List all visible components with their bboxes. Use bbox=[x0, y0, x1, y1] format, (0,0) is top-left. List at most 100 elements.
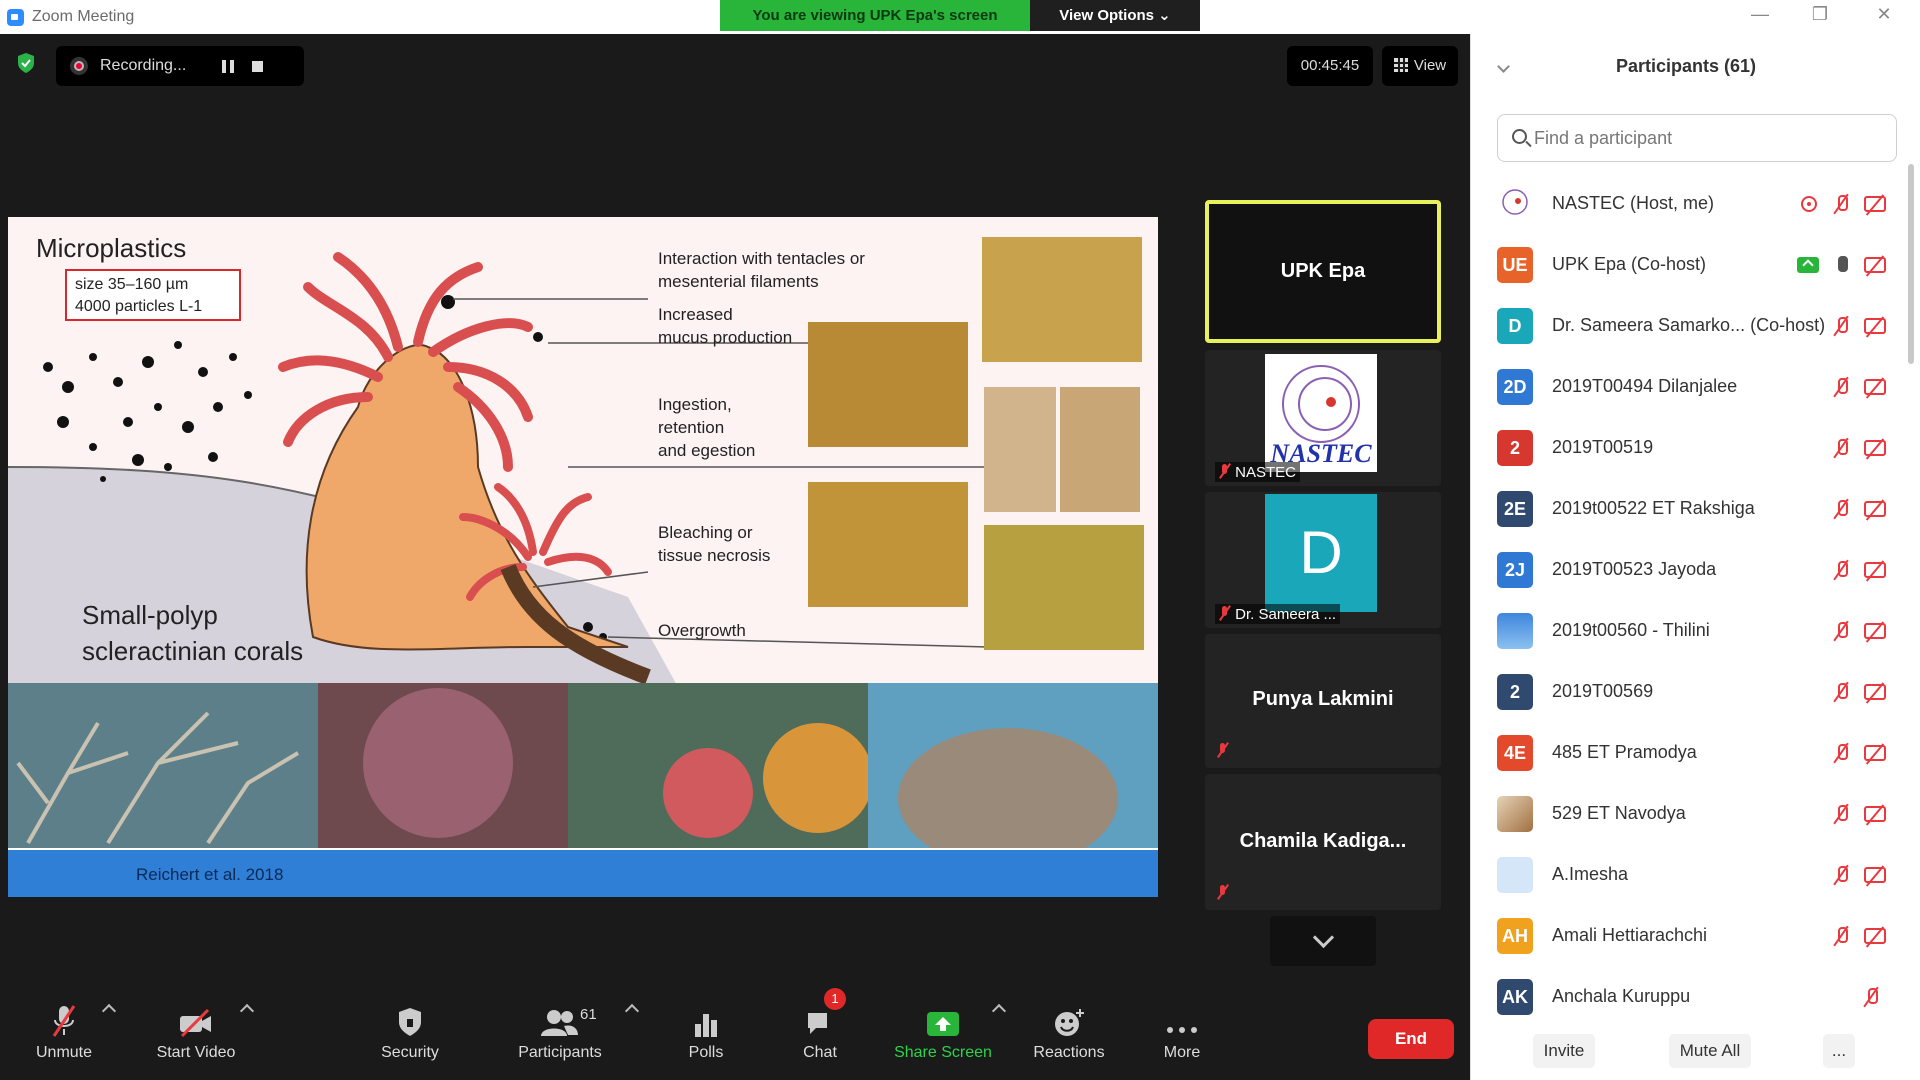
reactions-button[interactable]: Reactions bbox=[1026, 990, 1112, 1080]
security-button[interactable]: Security bbox=[370, 990, 450, 1080]
tile-name: Dr. Sameera ... bbox=[1235, 606, 1337, 623]
muted-mic-icon[interactable] bbox=[1834, 377, 1848, 397]
participant-row[interactable]: 2019t00560 - Thilini bbox=[1471, 601, 1901, 662]
more-button[interactable]: More bbox=[1152, 990, 1212, 1080]
video-off-icon[interactable] bbox=[1864, 745, 1886, 761]
participant-row[interactable]: 2J 2019T00523 Jayoda bbox=[1471, 540, 1901, 601]
participant-row[interactable]: 4E 485 ET Pramodya bbox=[1471, 723, 1901, 784]
participant-row[interactable]: 529 ET Navodya bbox=[1471, 784, 1901, 845]
effect-text: and egestion bbox=[658, 441, 756, 460]
participant-name: Dr. Sameera Samarko... (Co-host) bbox=[1552, 315, 1826, 335]
video-off-icon[interactable] bbox=[1864, 501, 1886, 517]
video-off-icon[interactable] bbox=[1864, 623, 1886, 639]
video-off-icon bbox=[180, 1008, 211, 1038]
participants-icon bbox=[541, 1010, 578, 1036]
start-video-button[interactable]: Start Video bbox=[144, 990, 248, 1080]
mute-all-button[interactable]: Mute All bbox=[1669, 1034, 1751, 1068]
video-tile[interactable]: D Dr. Sameera ... bbox=[1205, 492, 1441, 628]
muted-mic-icon[interactable] bbox=[1834, 865, 1848, 885]
muted-mic-icon[interactable] bbox=[1834, 560, 1848, 580]
muted-mic-icon[interactable] bbox=[1834, 682, 1848, 702]
invite-button[interactable]: Invite bbox=[1533, 1034, 1595, 1068]
stop-recording-icon[interactable] bbox=[252, 60, 264, 72]
tile-name: Punya Lakmini bbox=[1252, 688, 1394, 710]
participant-row[interactable]: UE UPK Epa (Co-host) bbox=[1471, 235, 1901, 296]
participant-search[interactable] bbox=[1497, 114, 1897, 162]
participant-row[interactable]: 2D 2019T00494 Dilanjalee bbox=[1471, 357, 1901, 418]
participant-row[interactable]: 2 2019T00569 bbox=[1471, 662, 1901, 723]
coral-name: Small-polyp scleractinian corals bbox=[82, 597, 303, 669]
video-off-icon[interactable] bbox=[1864, 440, 1886, 456]
search-input[interactable] bbox=[1534, 125, 1884, 151]
participant-name: UPK Epa (Co-host) bbox=[1552, 254, 1707, 274]
muted-mic-icon[interactable] bbox=[1834, 499, 1848, 519]
unmute-button[interactable]: Unmute bbox=[22, 990, 106, 1080]
view-button[interactable]: View bbox=[1382, 46, 1458, 86]
video-tile[interactable]: Chamila Kadiga... bbox=[1205, 774, 1441, 910]
participant-row[interactable]: 2E 2019t00522 ET Rakshiga bbox=[1471, 479, 1901, 540]
restore-button[interactable]: ❐ bbox=[1800, 4, 1840, 25]
video-off-icon[interactable] bbox=[1864, 928, 1886, 944]
tile-name-label: NASTEC bbox=[1215, 462, 1301, 482]
recording-icon bbox=[70, 57, 88, 75]
mic-on-icon[interactable] bbox=[1834, 255, 1848, 275]
muted-mic-icon[interactable] bbox=[1834, 743, 1848, 763]
muted-mic-icon[interactable] bbox=[1834, 621, 1848, 641]
participant-row[interactable]: AH Amali Hettiarachchi bbox=[1471, 906, 1901, 967]
video-tile-active-speaker[interactable]: UPK Epa bbox=[1205, 200, 1441, 343]
participant-name: 2019t00522 ET Rakshiga bbox=[1552, 498, 1755, 518]
avatar: AK bbox=[1497, 979, 1533, 1015]
participants-options-caret-icon[interactable] bbox=[624, 1003, 640, 1019]
video-off-icon[interactable] bbox=[1864, 562, 1886, 578]
sharing-screen-icon bbox=[1797, 257, 1819, 273]
muted-mic-icon[interactable] bbox=[1834, 804, 1848, 824]
chat-button[interactable]: 1 Chat bbox=[790, 988, 850, 1080]
shield-icon[interactable] bbox=[16, 52, 36, 74]
effect-text: Overgrowth bbox=[658, 621, 746, 640]
video-off-icon[interactable] bbox=[1864, 318, 1886, 334]
scroll-down-button[interactable] bbox=[1270, 916, 1376, 966]
avatar: 4E bbox=[1497, 735, 1533, 771]
video-off-icon[interactable] bbox=[1864, 684, 1886, 700]
muted-mic-icon[interactable] bbox=[1864, 987, 1878, 1007]
participants-count: 61 bbox=[580, 1006, 597, 1023]
more-options-button[interactable]: ... bbox=[1823, 1034, 1855, 1068]
avatar: 2D bbox=[1497, 369, 1533, 405]
participant-name: 2019T00523 Jayoda bbox=[1552, 559, 1717, 579]
participant-row[interactable]: NASTEC (Host, me) bbox=[1471, 174, 1901, 235]
view-options-button[interactable]: View Options ⌄ bbox=[1030, 0, 1200, 31]
unmute-label: Unmute bbox=[35, 1044, 93, 1061]
avatar bbox=[1497, 857, 1533, 893]
video-off-icon[interactable] bbox=[1864, 379, 1886, 395]
effect-text: Ingestion, bbox=[658, 395, 732, 414]
minimize-button[interactable]: — bbox=[1740, 4, 1780, 25]
participant-row[interactable]: AK Anchala Kuruppu bbox=[1471, 967, 1901, 1028]
effect-text: Bleaching or bbox=[658, 523, 753, 542]
video-off-icon[interactable] bbox=[1864, 196, 1886, 212]
video-tile[interactable]: NASTEC NASTEC bbox=[1205, 350, 1441, 486]
muted-mic-icon[interactable] bbox=[1834, 438, 1848, 458]
video-off-icon[interactable] bbox=[1864, 867, 1886, 883]
participants-button[interactable]: 61 Participants bbox=[512, 990, 608, 1080]
polls-button[interactable]: Polls bbox=[676, 990, 736, 1080]
participant-row[interactable]: D Dr. Sameera Samarko... (Co-host) bbox=[1471, 296, 1901, 357]
muted-mic-icon[interactable] bbox=[1834, 926, 1848, 946]
muted-mic-icon bbox=[1217, 742, 1229, 758]
share-screen-button[interactable]: Share Screen bbox=[890, 990, 996, 1080]
panel-scrollbar[interactable] bbox=[1908, 164, 1914, 364]
pause-recording-icon[interactable] bbox=[222, 59, 235, 73]
slide-citation: Reichert et al. 2018 bbox=[136, 865, 284, 884]
end-meeting-button[interactable]: End bbox=[1368, 1019, 1454, 1059]
video-off-icon[interactable] bbox=[1864, 257, 1886, 273]
video-tile[interactable]: Punya Lakmini bbox=[1205, 634, 1441, 768]
participant-row[interactable]: A.Imesha bbox=[1471, 845, 1901, 906]
video-off-icon[interactable] bbox=[1864, 806, 1886, 822]
muted-mic-icon[interactable] bbox=[1834, 194, 1848, 214]
share-screen-label: Share Screen bbox=[894, 1044, 992, 1061]
recording-label: Recording... bbox=[100, 57, 187, 74]
reactions-label: Reactions bbox=[1033, 1044, 1105, 1061]
avatar: D bbox=[1265, 494, 1377, 612]
close-button[interactable]: ✕ bbox=[1864, 4, 1904, 25]
participant-row[interactable]: 2 2019T00519 bbox=[1471, 418, 1901, 479]
muted-mic-icon[interactable] bbox=[1834, 316, 1848, 336]
